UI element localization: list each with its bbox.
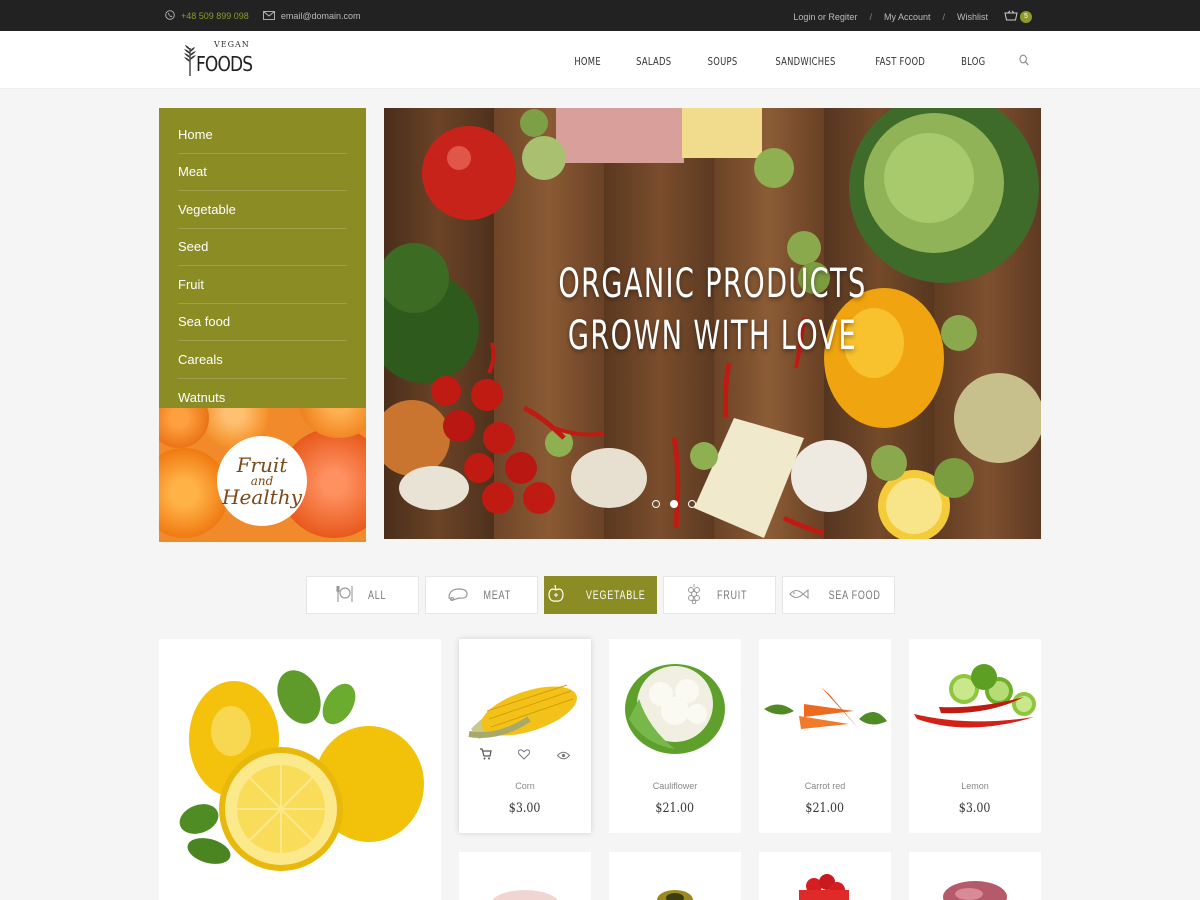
product-price: $3.00 [459, 801, 591, 816]
my-account-link[interactable]: My Account [884, 12, 931, 22]
sidebar-item-fruit[interactable]: Fruit [178, 266, 347, 304]
product-card[interactable] [459, 852, 591, 900]
main-header: VEGAN FOODS HOME SALADS SOUPS SANDWICHES… [0, 31, 1200, 89]
tab-fruit[interactable]: FRUIT [663, 576, 776, 614]
product-image [943, 881, 1007, 900]
category-filter-tabs: ALL MEAT VEGETABLE FRUIT SEA FOOD [306, 576, 895, 614]
tab-label: SEA FOOD [828, 588, 881, 602]
search-icon[interactable] [1019, 54, 1029, 69]
login-link[interactable]: Login or Regiter [793, 12, 857, 22]
product-price: $21.00 [609, 801, 741, 816]
email-address: email@domain.com [280, 11, 361, 21]
add-to-cart-icon[interactable] [480, 747, 492, 765]
product-image [799, 874, 849, 900]
logo-small-text: VEGAN [214, 40, 250, 49]
nav-salads[interactable]: SALADS [637, 55, 672, 68]
wishlist-heart-icon[interactable] [518, 747, 531, 765]
tab-label: MEAT [483, 588, 512, 602]
product-card-cauliflower[interactable]: Cauliflower $21.00 [609, 639, 741, 833]
lemons-image [179, 670, 424, 871]
envelope-icon [262, 10, 275, 22]
tab-label: FRUIT [717, 588, 748, 602]
tab-sea-food[interactable]: SEA FOOD [782, 576, 895, 614]
quick-view-eye-icon[interactable] [556, 747, 570, 765]
hero-headline: ORGANIC PRODUCTS GROWN WITH LOVE [489, 258, 936, 362]
nav-sandwiches[interactable]: SANDWICHES [775, 55, 835, 68]
promo-line-1: Fruit [236, 453, 288, 477]
tab-label: ALL [368, 588, 387, 602]
product-price-value: $21.00 [655, 801, 695, 816]
product-card[interactable] [759, 852, 891, 900]
product-price-value: $21.00 [805, 801, 845, 816]
product-price: $21.00 [759, 801, 891, 816]
product-card-corn[interactable]: Corn $3.00 [459, 639, 591, 833]
slider-dot-2[interactable] [670, 500, 678, 508]
sidebar-item-vegetable[interactable]: Vegetable [178, 191, 347, 229]
logo-big-text: FOODS [196, 52, 253, 76]
slider-dots [652, 500, 696, 508]
product-card[interactable] [909, 852, 1041, 900]
product-name: Corn [515, 781, 535, 791]
grapes-icon [686, 583, 702, 607]
nav-fast-food[interactable]: FAST FOOD [875, 55, 925, 68]
site-logo[interactable]: VEGAN FOODS [182, 40, 253, 80]
corn-image [468, 684, 577, 739]
fish-icon [788, 587, 810, 604]
sidebar-item-seed[interactable]: Seed [178, 229, 347, 266]
tab-label: VEGETABLE [585, 588, 646, 602]
hero-line-1: ORGANIC PRODUCTS [558, 261, 867, 307]
cauliflower-image [625, 664, 725, 754]
product-card[interactable] [609, 852, 741, 900]
sidebar-item-home[interactable]: Home [178, 116, 347, 154]
product-name: Carrot red [804, 781, 846, 791]
apple-icon [546, 584, 566, 607]
tab-vegetable[interactable]: VEGETABLE [544, 576, 657, 614]
featured-product[interactable] [159, 639, 441, 900]
product-price-value: $3.00 [509, 801, 541, 816]
slider-dot-1[interactable] [652, 500, 660, 508]
product-name: Cauliflower [652, 781, 698, 791]
nav-blog[interactable]: BLOG [962, 55, 986, 68]
tab-all[interactable]: ALL [306, 576, 419, 614]
product-image [657, 890, 693, 900]
carrot-image [764, 687, 887, 729]
fork-knife-icon [335, 584, 355, 607]
tab-meat[interactable]: MEAT [425, 576, 538, 614]
cart-button[interactable]: 5 [1004, 10, 1032, 23]
email-contact[interactable]: email@domain.com [262, 10, 361, 22]
orange-slice-image [159, 408, 209, 448]
product-actions [459, 747, 591, 765]
nav-soups[interactable]: SOUPS [708, 55, 738, 68]
sidebar-item-sea-food[interactable]: Sea food [178, 304, 347, 341]
promo-badge: Fruit and Healthy [217, 436, 307, 526]
category-sidebar: Home Meat Vegetable Seed Fruit Sea food … [159, 108, 366, 408]
lime-chili-image [914, 664, 1036, 728]
separator: / [942, 11, 945, 22]
promo-banner[interactable]: Fruit and Healthy [159, 408, 366, 542]
hero-slider[interactable]: ORGANIC PRODUCTS GROWN WITH LOVE [384, 108, 1041, 539]
slider-dot-3[interactable] [688, 500, 696, 508]
product-card-lemon[interactable]: Lemon $3.00 [909, 639, 1041, 833]
chicken-leg-icon [447, 586, 469, 605]
product-price-value: $3.00 [959, 801, 991, 816]
nav-home[interactable]: HOME [575, 55, 602, 68]
phone-contact[interactable]: +48 509 899 098 [165, 10, 249, 22]
product-name: Lemon [961, 781, 989, 791]
basket-icon [1004, 10, 1018, 23]
hero-line-2: GROWN WITH LOVE [567, 313, 858, 359]
main-nav: HOME SALADS SOUPS SANDWICHES FAST FOOD B… [572, 54, 1030, 69]
cart-count-badge: 5 [1020, 10, 1032, 23]
separator: / [869, 11, 872, 22]
sidebar-item-meat[interactable]: Meat [178, 154, 347, 191]
product-price: $3.00 [909, 801, 1041, 816]
sidebar-item-careals[interactable]: Careals [178, 341, 347, 379]
product-image [492, 890, 558, 900]
top-bar: +48 509 899 098 email@domain.com Login o… [0, 0, 1200, 31]
phone-number: +48 509 899 098 [181, 11, 249, 21]
promo-line-3: Healthy [222, 485, 302, 509]
product-card-carrot-red[interactable]: Carrot red $21.00 [759, 639, 891, 833]
phone-icon [165, 10, 175, 22]
wishlist-link[interactable]: Wishlist [957, 12, 988, 22]
